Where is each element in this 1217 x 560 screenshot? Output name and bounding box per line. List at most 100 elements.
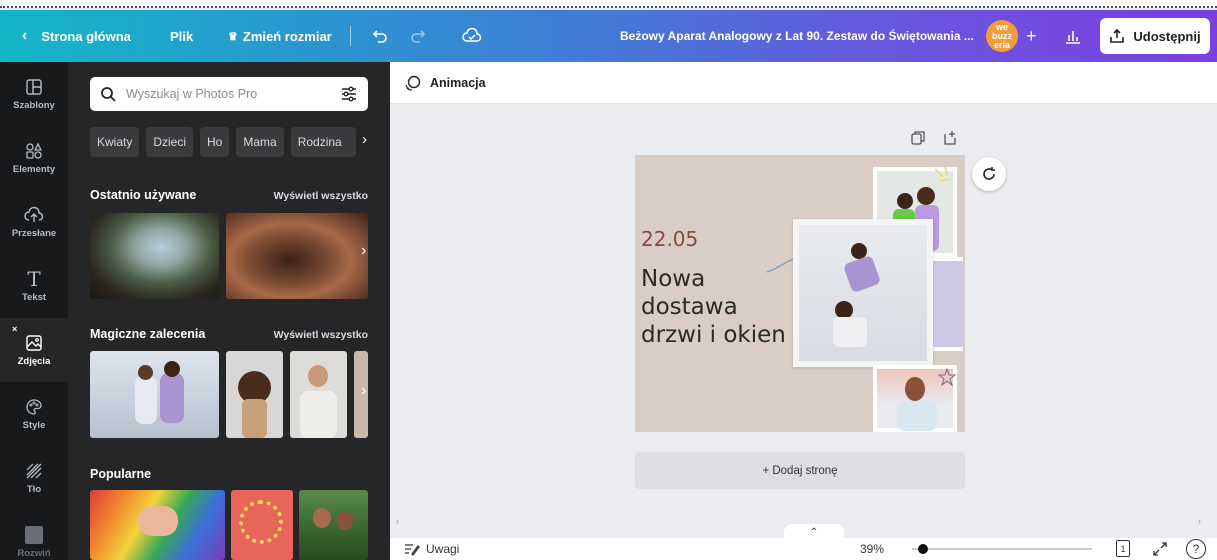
rail-item-text[interactable]: T Tekst	[0, 254, 68, 318]
rail-item-styles[interactable]: Style	[0, 382, 68, 446]
help-button[interactable]: ?	[1186, 539, 1206, 559]
file-menu-button[interactable]: Plik	[170, 10, 193, 62]
headline-line: drzwi i okien	[641, 322, 786, 348]
recent-see-all-link[interactable]: Wyświetl wszystko	[274, 190, 368, 202]
redo-button[interactable]	[410, 10, 428, 62]
magic-see-all-link[interactable]: Wyświetl wszystko	[274, 329, 368, 341]
elements-icon	[26, 142, 43, 159]
scroll-left-arrow[interactable]: ‹	[396, 516, 399, 526]
templates-icon	[26, 78, 42, 95]
recent-photo-cave-view[interactable]	[90, 213, 219, 299]
star-decoration	[937, 367, 957, 387]
crown-icon: ♛	[228, 30, 238, 43]
photo-strip	[931, 261, 963, 347]
notes-button[interactable]: Uwagi	[404, 542, 459, 556]
magic-photo-man[interactable]	[290, 351, 347, 438]
cloud-check-icon	[462, 27, 482, 42]
resize-button[interactable]: ♛ Zmień rozmiar	[228, 10, 332, 62]
search-box[interactable]	[90, 77, 368, 111]
rail-label: Tekst	[21, 291, 47, 303]
chip-flowers[interactable]: Kwiaty	[90, 127, 140, 157]
resize-label: Zmień rozmiar	[242, 28, 332, 44]
scroll-right-arrow[interactable]: ›	[1198, 516, 1201, 526]
duplicate-page-icon[interactable]	[910, 130, 926, 146]
rail-item-photos[interactable]: × Zdjęcia	[0, 318, 68, 382]
rail-label: Elementy	[12, 163, 56, 175]
chip-label: Mama	[243, 135, 277, 149]
share-button[interactable]: Udostępnij	[1100, 18, 1210, 54]
chevron-left-icon: ‹	[22, 27, 28, 44]
recent-photo-cave-tunnel[interactable]	[226, 213, 368, 299]
undo-button[interactable]	[370, 10, 388, 62]
add-page-button[interactable]: + Dodaj stronę	[635, 452, 965, 489]
chip-label: Kwiaty	[97, 135, 133, 149]
bottom-bar: Uwagi 39% 1 ?	[390, 538, 1217, 560]
rail-item-elements[interactable]: Elementy	[0, 126, 68, 190]
rail-item-templates[interactable]: Szablony	[0, 62, 68, 126]
rail-item-more[interactable]: Rozwiń	[0, 510, 68, 560]
fullscreen-icon[interactable]	[1152, 541, 1168, 557]
chip-label: Ho	[207, 135, 223, 149]
magic-next-arrow[interactable]: ›	[361, 382, 366, 400]
rail-item-uploads[interactable]: Przesłane	[0, 190, 68, 254]
bar-chart-icon	[1066, 31, 1080, 44]
magic-section-title: Magiczne zalecenia	[90, 327, 206, 341]
headline-line: dostawa	[641, 294, 738, 320]
photos-icon	[26, 334, 42, 351]
design-page[interactable]: 22.05 Nowa dostawa drzwi i okien	[635, 155, 965, 432]
text-icon: T	[27, 266, 41, 291]
document-title-text: Beżowy Aparat Analogowy z Lat 90. Zestaw…	[620, 29, 974, 43]
chip-label: Rodzina	[297, 135, 342, 149]
cloud-save-button[interactable]	[462, 10, 482, 62]
chip-ho[interactable]: Ho	[200, 127, 230, 157]
redo-icon	[411, 30, 426, 43]
magic-refresh-button[interactable]	[972, 157, 1006, 191]
rail-label: Przesłane	[11, 227, 57, 239]
photo-jumping-girl	[799, 225, 927, 361]
zoom-slider-thumb[interactable]	[918, 544, 928, 554]
rail-label: Szablony	[13, 99, 55, 111]
window-top-border	[0, 0, 1217, 8]
recent-section-title: Ostatnio używane	[90, 188, 197, 202]
recent-next-arrow[interactable]: ›	[361, 242, 366, 260]
rail-label: Rozwiń	[17, 548, 51, 559]
topbar-divider	[350, 26, 351, 46]
insights-button[interactable]	[1064, 10, 1082, 62]
chip-family[interactable]: Rodzina	[290, 127, 356, 157]
search-input[interactable]	[126, 87, 330, 101]
document-title[interactable]: Beżowy Aparat Analogowy z Lat 90. Zestaw…	[620, 10, 974, 62]
design-date[interactable]: 22.05	[641, 227, 698, 251]
chip-mom[interactable]: Mama	[236, 127, 284, 157]
share-label: Udostępnij	[1133, 28, 1201, 44]
zoom-value: 39%	[860, 542, 885, 556]
page-actions	[910, 130, 958, 146]
avatar[interactable]: we buzz eria	[986, 20, 1018, 52]
close-icon[interactable]: ×	[12, 324, 17, 334]
chevron-up-icon: ⌃	[809, 526, 819, 538]
photo-frame-center[interactable]	[793, 219, 933, 367]
add-collaborator-button[interactable]: +	[1026, 10, 1037, 62]
popular-section-title: Popularne	[90, 467, 152, 481]
filter-icon[interactable]	[340, 86, 358, 102]
popular-photo-beads[interactable]	[231, 490, 293, 560]
notes-label: Uwagi	[426, 542, 460, 556]
chips-next-arrow[interactable]: ›	[362, 131, 367, 148]
avatar-text: we buzz eria	[992, 21, 1012, 50]
chip-kids[interactable]: Dzieci	[146, 127, 194, 157]
plus-icon: +	[1026, 25, 1037, 46]
refresh-icon	[983, 167, 995, 180]
notes-icon	[405, 544, 420, 556]
home-button[interactable]: ‹ Strona główna	[22, 10, 131, 62]
magic-photo-girl[interactable]	[226, 351, 283, 438]
share-icon	[1110, 28, 1125, 43]
animation-button[interactable]: Animacja	[404, 74, 486, 92]
zoom-slider[interactable]	[912, 544, 1092, 554]
rail-item-background[interactable]: Tło	[0, 446, 68, 510]
popular-photo-family[interactable]	[299, 490, 368, 560]
add-page-icon[interactable]	[942, 130, 958, 146]
page-count-button[interactable]: 1	[1116, 540, 1130, 557]
rail-label: Zdjęcia	[17, 355, 51, 367]
magic-photo-kids[interactable]	[90, 351, 219, 438]
popular-photo-rainbow[interactable]	[90, 490, 225, 560]
chip-label: Dzieci	[153, 135, 187, 149]
